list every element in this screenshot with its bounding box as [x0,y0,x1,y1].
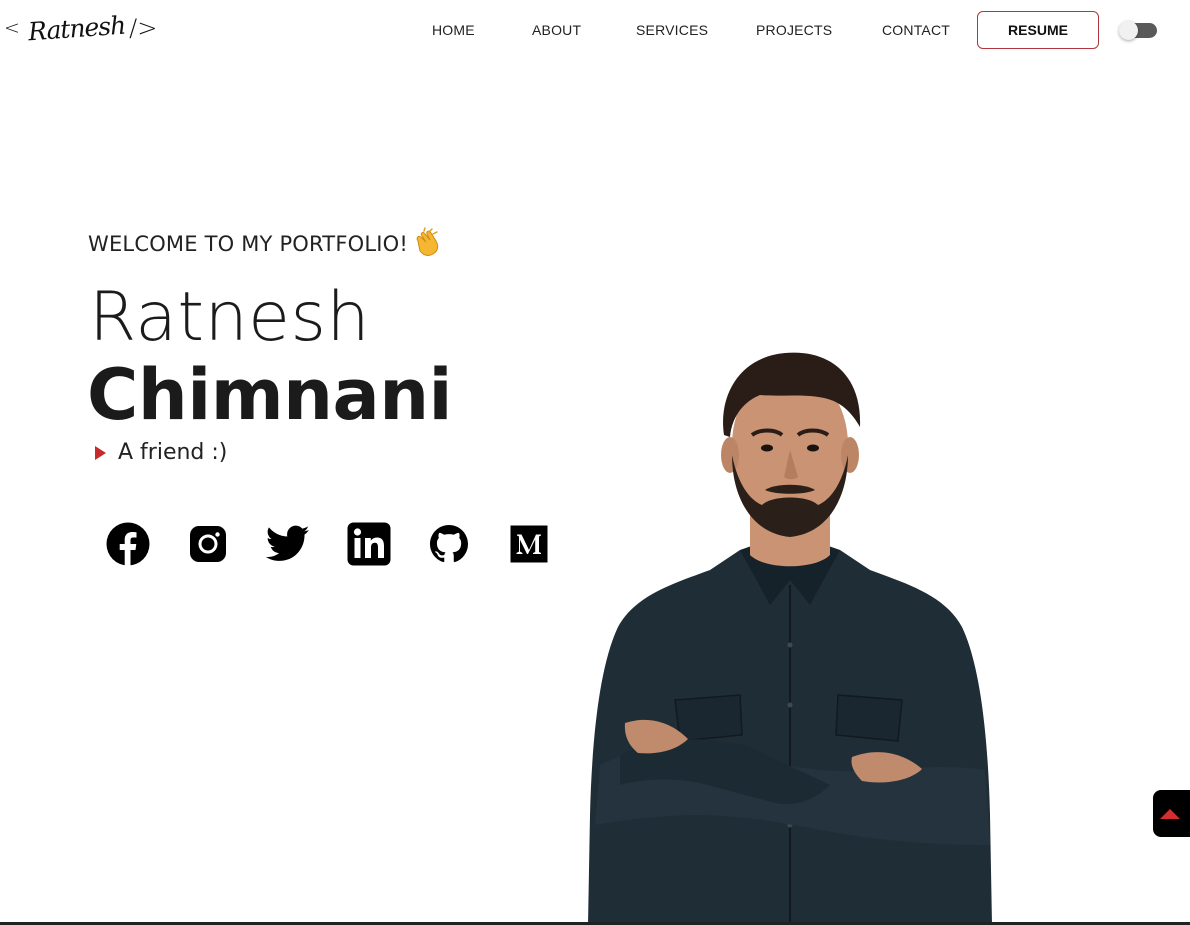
nav-link-contact[interactable]: CONTACT [882,22,950,38]
theme-toggle-knob [1119,21,1138,40]
welcome-heading: WELCOME TO MY PORTFOLIO! [88,227,444,262]
profile-photo [588,352,992,925]
tagline-text: A friend :) [118,440,228,465]
scroll-to-top-button[interactable] [1153,790,1190,837]
twitter-icon [266,525,310,561]
nav-link-about[interactable]: ABOUT [532,22,581,38]
linkedin-link[interactable] [347,522,391,566]
nav-link-projects[interactable]: PROJECTS [756,22,832,38]
first-name: Ratnesh [89,278,371,357]
typed-tagline: A friend :) [95,440,227,465]
logo-signature: Ratnesh [27,10,127,46]
github-icon [430,525,468,563]
top-navbar: < Ratnesh /> HOME ABOUT SERVICES PROJECT… [0,0,1190,62]
welcome-text: WELCOME TO MY PORTFOLIO! [88,232,408,256]
last-name: Chimnani [87,354,453,436]
linkedin-icon [347,522,391,566]
medium-link[interactable] [507,522,551,566]
resume-button[interactable]: RESUME [977,11,1099,49]
logo-close-bracket: /> [129,14,158,42]
instagram-icon [190,526,226,562]
medium-icon [510,525,548,563]
twitter-link[interactable] [266,522,310,566]
instagram-link[interactable] [186,522,230,566]
arrow-up-icon [1160,808,1180,819]
logo-open-bracket: < [4,16,20,39]
portfolio-page: < Ratnesh /> HOME ABOUT SERVICES PROJECT… [0,0,1190,925]
facebook-icon [106,522,150,566]
facebook-link[interactable] [106,522,150,566]
play-arrow-icon [95,445,106,460]
site-logo[interactable]: < Ratnesh /> [4,8,160,48]
github-link[interactable] [427,522,471,566]
theme-toggle[interactable] [1119,21,1157,40]
nav-link-home[interactable]: HOME [432,22,475,38]
clapping-hand-icon [412,227,444,262]
nav-link-services[interactable]: SERVICES [636,22,708,38]
